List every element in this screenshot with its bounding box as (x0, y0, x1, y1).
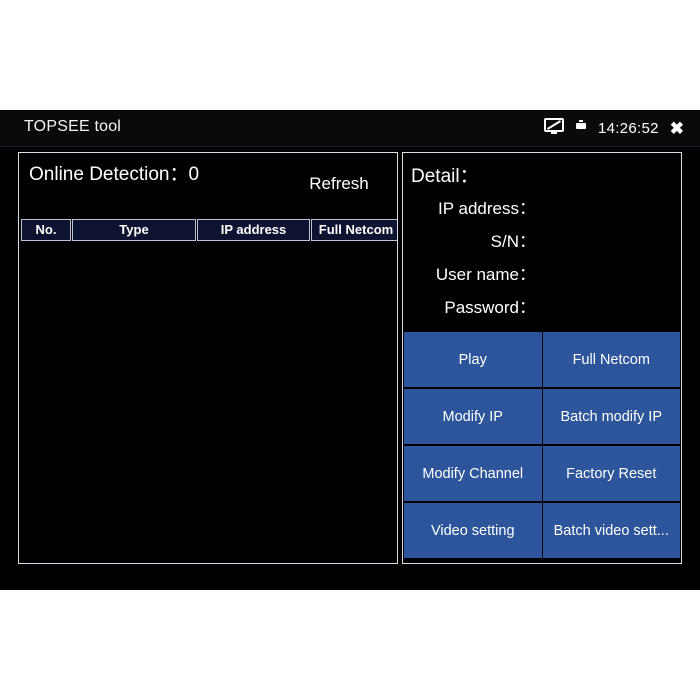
play-button[interactable]: Play (404, 332, 542, 387)
clock: 14:26:52 (597, 119, 659, 137)
close-icon[interactable]: ✖ (670, 120, 684, 137)
action-button-grid: Play Full Netcom Modify IP Batch modify … (403, 332, 681, 562)
column-header-type[interactable]: Type (72, 219, 196, 241)
detail-field-user-name: User name： (403, 260, 536, 285)
minimize-icon[interactable] (575, 119, 587, 138)
column-header-ip-address[interactable]: IP address (197, 219, 310, 241)
online-detection-panel: Online Detection：0 Refresh No. Type IP a… (18, 152, 398, 564)
detail-label-password: Password： (444, 298, 536, 317)
detail-label-ip-address: IP address： (438, 199, 536, 218)
modify-channel-button[interactable]: Modify Channel (404, 446, 542, 501)
title-bar: TOPSEE tool 14:26:52 ✖ (0, 110, 700, 147)
app-title: TOPSEE tool (24, 118, 122, 135)
detail-field-ip-address: IP address： (403, 194, 536, 219)
detail-field-password: Password： (403, 293, 536, 318)
device-screen: TOPSEE tool 14:26:52 ✖ Online Detection： (0, 110, 700, 590)
batch-video-setting-button[interactable]: Batch video sett... (542, 503, 680, 558)
detail-panel: Detail： IP address： S/N： User name： Pass… (402, 152, 682, 564)
video-setting-button[interactable]: Video setting (404, 503, 542, 558)
modify-ip-button[interactable]: Modify IP (404, 389, 542, 444)
refresh-button[interactable]: Refresh (289, 174, 389, 194)
system-tray: 14:26:52 ✖ (543, 110, 684, 146)
factory-reset-button[interactable]: Factory Reset (542, 446, 680, 501)
device-table: No. Type IP address Full Netcom (21, 219, 397, 561)
table-header-row: No. Type IP address Full Netcom (21, 219, 397, 241)
detail-label-user-name: User name： (435, 265, 536, 284)
device-list[interactable] (21, 242, 397, 560)
column-header-no[interactable]: No. (21, 219, 71, 241)
column-header-full-netcom[interactable]: Full Netcom (311, 219, 397, 241)
full-netcom-button[interactable]: Full Netcom (542, 332, 680, 387)
detail-title: Detail： (411, 166, 479, 187)
monitor-off-icon[interactable] (543, 117, 564, 139)
batch-modify-ip-button[interactable]: Batch modify IP (542, 389, 680, 444)
online-detection-label: Online Detection：0 (29, 164, 200, 185)
detail-label-sn: S/N： (490, 232, 536, 251)
detail-field-sn: S/N： (403, 227, 536, 252)
